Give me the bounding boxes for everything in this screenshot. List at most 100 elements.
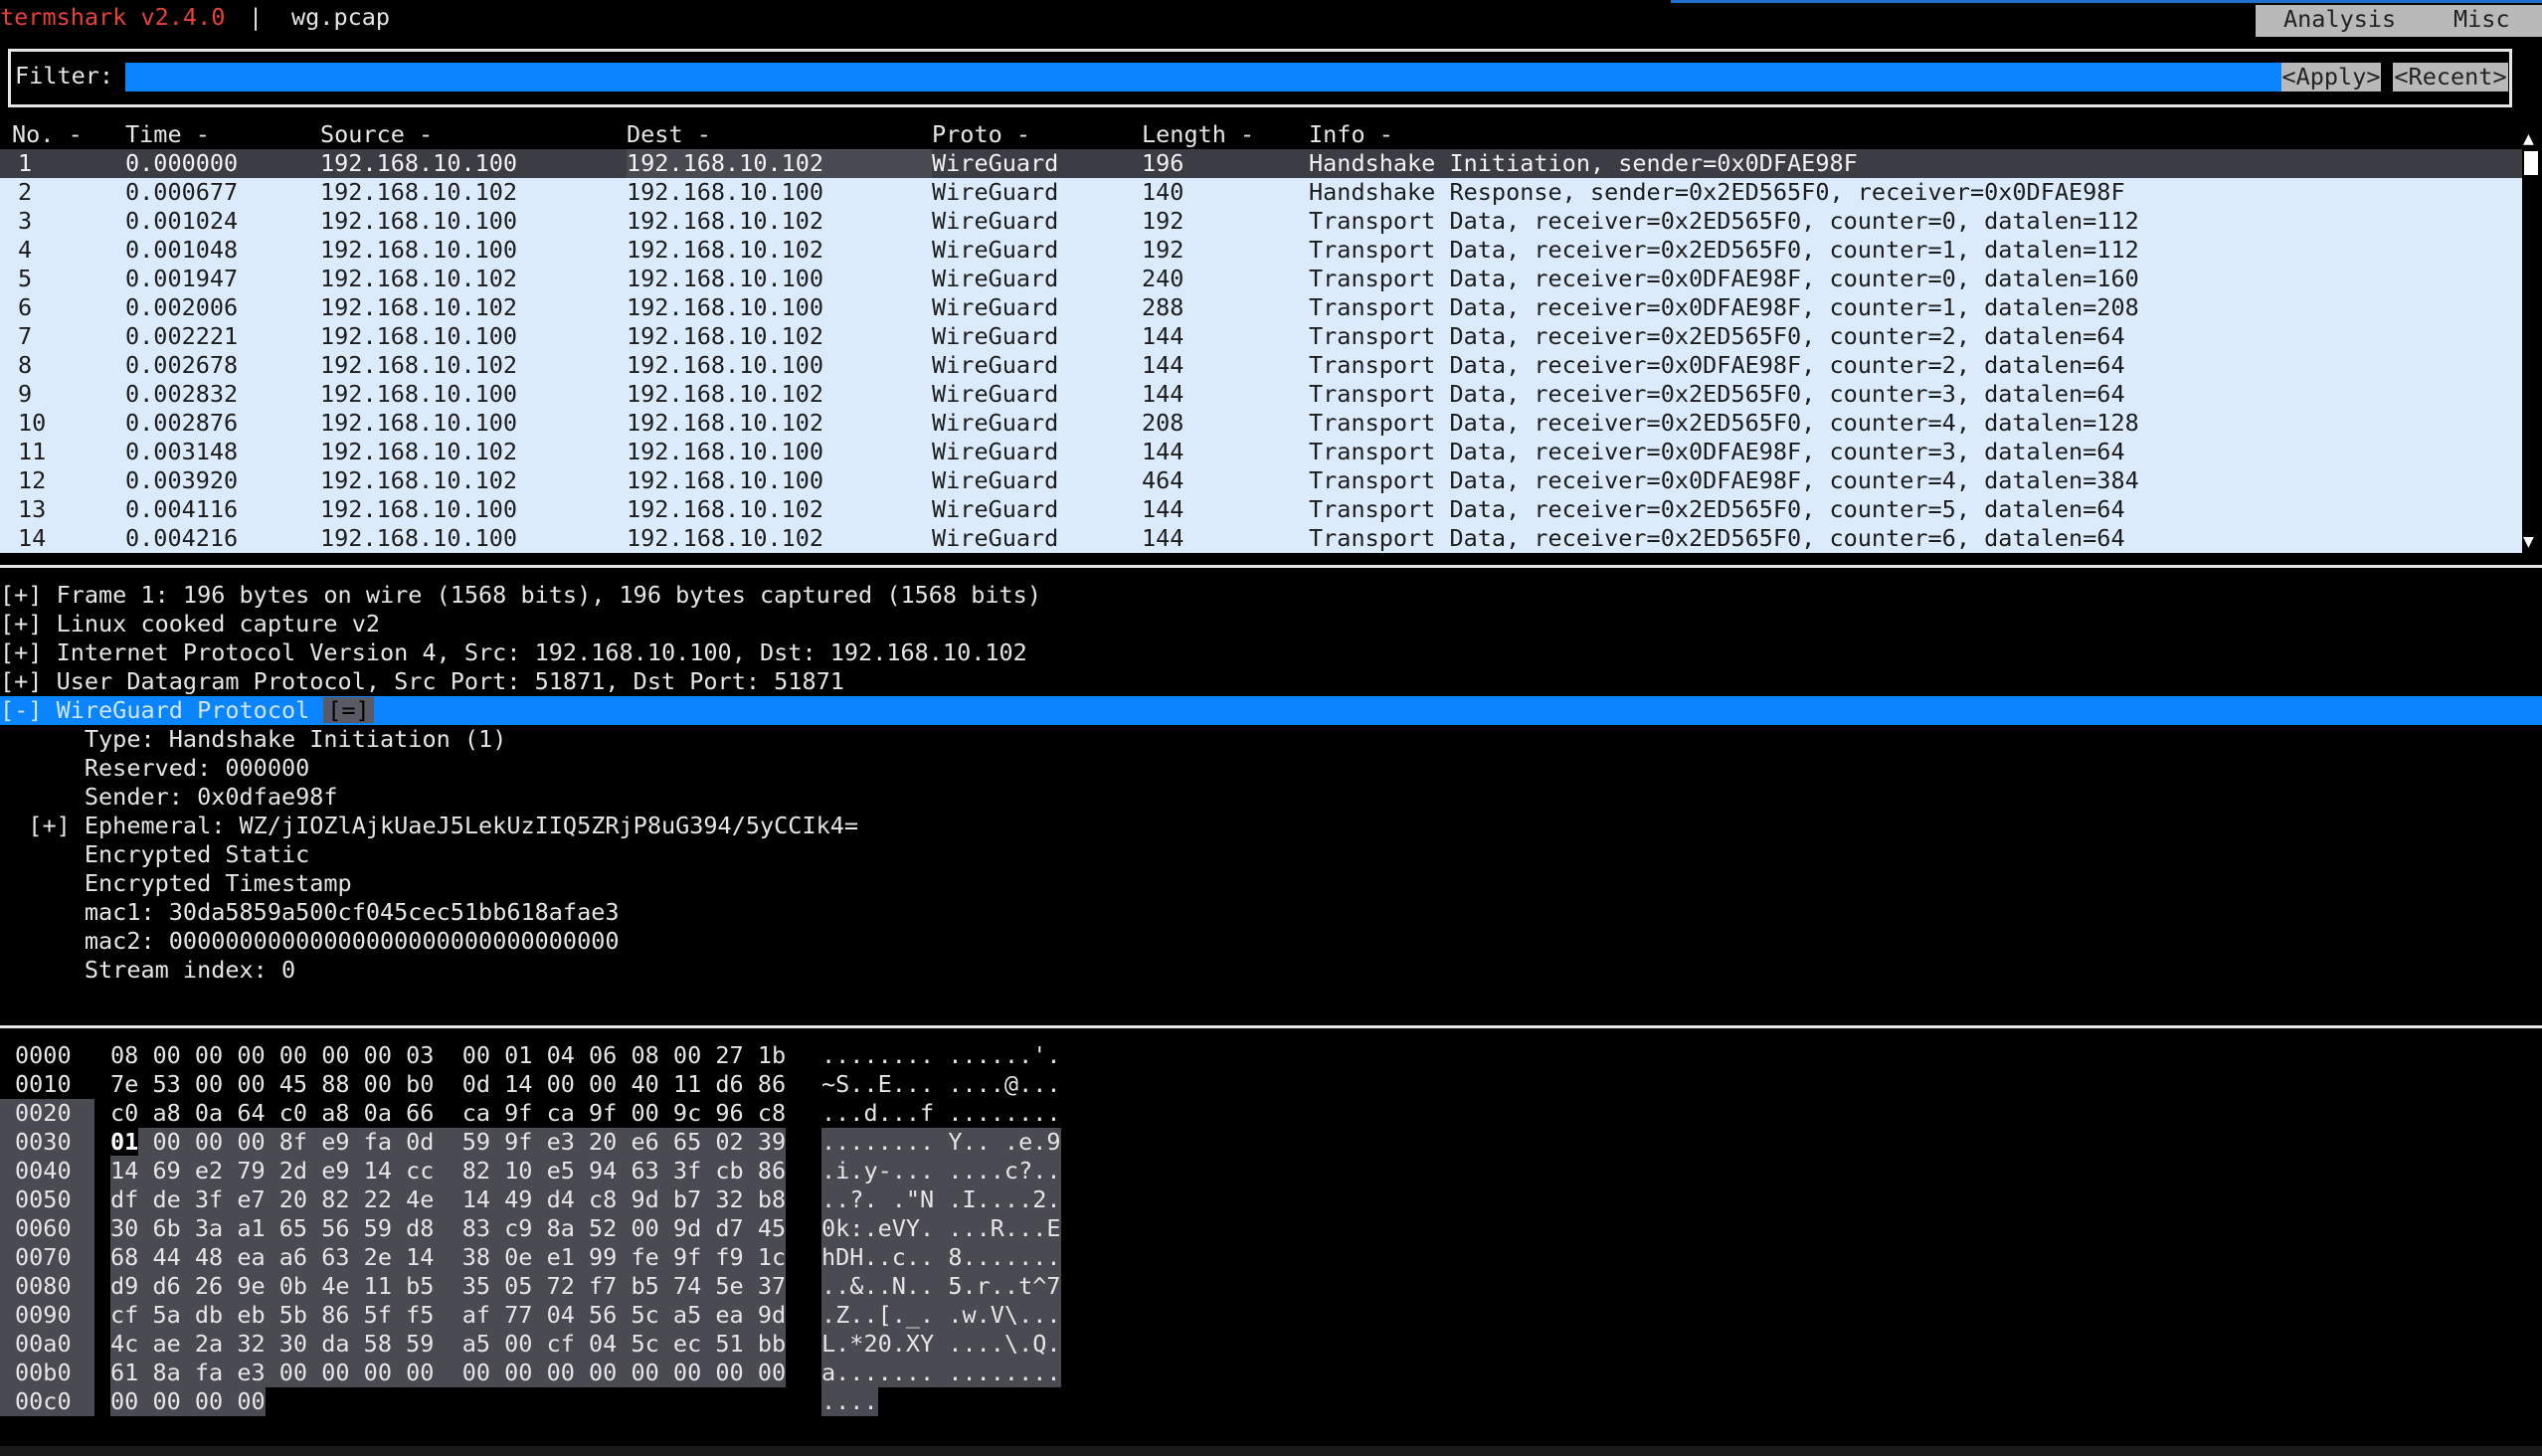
packet-row[interactable]: 12 0.003920 192.168.10.102 192.168.10.100 Wi… [0, 466, 2522, 495]
packet-no: 12 [18, 466, 47, 494]
detail-indent [0, 754, 85, 782]
hex-bytes[interactable]: df de 3f e7 20 82 22 4e 14 49 d4 c8 9d b… [110, 1185, 787, 1214]
packet-time: 0.001048 [125, 236, 239, 264]
packet-length: 192 [1142, 236, 1184, 264]
filter-input[interactable] [125, 63, 2281, 91]
detail-line[interactable]: [+] Ephemeral: WZ/jIOZlAjkUaeJ5LekUzIIQ5… [0, 812, 2542, 840]
hex-ascii[interactable]: .i.y-... ....c?.. [821, 1157, 1061, 1185]
detail-line[interactable]: [+] Internet Protocol Version 4, Src: 19… [0, 638, 2542, 667]
hex-bytes[interactable]: c0 a8 0a 64 c0 a8 0a 66 ca 9f ca 9f 00 9… [110, 1099, 786, 1128]
packet-row[interactable]: 5 0.001947 192.168.10.102 192.168.10.100 Wir… [0, 265, 2522, 293]
packet-info: Transport Data, receiver=0x2ED565F0, cou… [1309, 322, 2125, 350]
packet-row[interactable]: 6 0.002006 192.168.10.102 192.168.10.100 Wir… [0, 293, 2522, 322]
detail-text: Encrypted Timestamp [84, 869, 352, 897]
packet-dest: 192.168.10.102 [627, 495, 824, 523]
menu-misc[interactable]: Misc [2453, 5, 2510, 34]
hex-row: 00a0 4c ae 2a 32 30 da 58 59 a5 00 cf 04 … [0, 1330, 1094, 1359]
packet-dest: 192.168.10.100 [627, 265, 824, 292]
packet-info: Transport Data, receiver=0x0DFAE98F, cou… [1309, 466, 2139, 494]
header-col-source[interactable]: Source - [320, 120, 433, 149]
hex-offset: 0050 [0, 1185, 94, 1214]
packet-row[interactable]: 10 0.002876 192.168.10.100 192.168.10.102 Wi… [0, 409, 2522, 438]
packet-dest: 192.168.10.100 [627, 466, 824, 494]
header-col-dest[interactable]: Dest - [627, 120, 711, 149]
hex-bytes[interactable]: 00 00 00 00 [110, 1387, 266, 1416]
packet-source: 192.168.10.100 [320, 207, 518, 235]
hex-bytes[interactable]: d9 d6 26 9e 0b 4e 11 b5 35 05 72 f7 b5 7… [110, 1272, 787, 1301]
detail-line[interactable]: Encrypted Timestamp [0, 869, 2542, 898]
hex-bytes[interactable]: 68 44 48 ea a6 63 2e 14 38 0e e1 99 fe 9… [110, 1243, 787, 1272]
detail-line[interactable]: mac2: 00000000000000000000000000000000 [0, 927, 2542, 956]
hex-ascii[interactable]: .... [821, 1387, 878, 1416]
packet-proto: WireGuard [932, 149, 1059, 177]
recent-button[interactable]: <Recent> [2393, 63, 2508, 91]
packet-proto: WireGuard [932, 524, 1059, 552]
hex-bytes[interactable]: 14 69 e2 79 2d e9 14 cc 82 10 e5 94 63 3… [110, 1157, 787, 1185]
packet-row[interactable]: 3 0.001024 192.168.10.100 192.168.10.102 Wir… [0, 207, 2522, 236]
hex-bytes[interactable]: 61 8a fa e3 00 00 00 00 00 00 00 00 00 0… [110, 1359, 787, 1387]
packet-row[interactable]: 14 0.004216 192.168.10.100 192.168.10.102 Wi… [0, 524, 2522, 553]
hex-ascii[interactable]: ..&..N.. 5.r..t^7 [821, 1272, 1061, 1301]
packet-info: Transport Data, receiver=0x2ED565F0, cou… [1309, 380, 2125, 408]
header-col-proto[interactable]: Proto - [932, 120, 1030, 149]
header-col-no[interactable]: No. - [12, 120, 83, 149]
packet-length: 288 [1142, 293, 1184, 321]
hex-ascii[interactable]: a....... ........ [821, 1359, 1061, 1387]
hex-offset: 0030 [0, 1128, 94, 1157]
packet-no: 7 [18, 322, 33, 350]
hex-ascii[interactable]: .Z..[._. .w.V\... [821, 1301, 1061, 1330]
detail-line[interactable]: Reserved: 000000 [0, 754, 2542, 783]
packet-time: 0.001947 [125, 265, 239, 292]
detail-indent [0, 725, 85, 753]
packet-row[interactable]: 8 0.002678 192.168.10.102 192.168.10.100 Wir… [0, 351, 2522, 380]
packet-row[interactable]: 1 0.000000 192.168.10.100 192.168.10.102 Wir… [0, 149, 2522, 178]
packet-row[interactable]: 7 0.002221 192.168.10.100 192.168.10.102 Wir… [0, 322, 2522, 351]
packet-row[interactable]: 9 0.002832 192.168.10.100 192.168.10.102 Wir… [0, 380, 2522, 409]
hex-ascii[interactable]: ...d...f ........ [821, 1099, 1061, 1128]
detail-indent [0, 956, 85, 984]
hex-offset: 0020 [0, 1099, 94, 1128]
hex-bytes[interactable]: 01 00 00 00 8f e9 fa 0d 59 9f e3 20 e6 6… [110, 1128, 787, 1157]
packet-row[interactable]: 11 0.003148 192.168.10.102 192.168.10.100 Wi… [0, 438, 2522, 466]
scroll-up-icon[interactable]: ▲ [2523, 124, 2534, 153]
pane-divider[interactable] [0, 565, 2542, 568]
hex-ascii[interactable]: hDH..c.. 8....... [821, 1243, 1061, 1272]
packet-row[interactable]: 13 0.004116 192.168.10.100 192.168.10.102 Wi… [0, 495, 2522, 524]
packet-list-scrollbar[interactable] [2522, 120, 2542, 553]
detail-line[interactable]: Type: Handshake Initiation (1) [0, 725, 2542, 754]
header-col-length[interactable]: Length - [1142, 120, 1254, 149]
menu-analysis[interactable]: Analysis [2283, 5, 2396, 34]
detail-line[interactable]: [+] User Datagram Protocol, Src Port: 51… [0, 667, 2542, 696]
hex-bytes[interactable]: 7e 53 00 00 45 88 00 b0 0d 14 00 00 40 1… [110, 1070, 786, 1099]
hex-bytes[interactable]: 4c ae 2a 32 30 da 58 59 a5 00 cf 04 5c e… [110, 1330, 787, 1359]
scroll-down-icon[interactable]: ▼ [2523, 527, 2534, 556]
detail-line[interactable]: Encrypted Static [0, 840, 2542, 869]
detail-line[interactable]: Sender: 0x0dfae98f [0, 783, 2542, 812]
hex-ascii[interactable]: 0k:.eVY. ...R...E [821, 1214, 1061, 1243]
collapse-toggle[interactable]: [=] [323, 697, 374, 723]
hex-cursor-byte[interactable]: 01 [110, 1128, 139, 1156]
packet-row[interactable]: 2 0.000677 192.168.10.102 192.168.10.100 Wir… [0, 178, 2522, 207]
detail-line[interactable]: [+] Linux cooked capture v2 [0, 610, 2542, 638]
detail-line[interactable]: [+] Frame 1: 196 bytes on wire (1568 bit… [0, 581, 2542, 610]
apply-button[interactable]: <Apply> [2281, 63, 2381, 91]
hex-bytes[interactable]: 30 6b 3a a1 65 56 59 d8 83 c9 8a 52 00 9… [110, 1214, 787, 1243]
pane-divider[interactable] [0, 1025, 2542, 1028]
detail-line[interactable]: mac1: 30da5859a500cf045cec51bb618afae3 [0, 898, 2542, 927]
detail-line[interactable]: [-] WireGuard Protocol [=] [0, 696, 2542, 725]
packet-row[interactable]: 4 0.001048 192.168.10.100 192.168.10.102 Wir… [0, 236, 2522, 265]
hex-ascii[interactable]: ~S..E... ....@... [821, 1070, 1061, 1099]
header-col-info[interactable]: Info - [1309, 120, 1393, 149]
packet-dest: 192.168.10.100 [627, 178, 824, 206]
detail-line[interactable]: Stream index: 0 [0, 956, 2542, 985]
hex-ascii[interactable]: ........ Y.. .e.9 [821, 1128, 1061, 1157]
scroll-thumb[interactable] [2524, 151, 2538, 175]
hex-row: 0010 7e 53 00 00 45 88 00 b0 0d 14 00 00 … [0, 1070, 1094, 1099]
hex-ascii[interactable]: L.*20.XY ....\.Q. [821, 1330, 1061, 1359]
hex-bytes[interactable]: cf 5a db eb 5b 86 5f f5 af 77 04 56 5c a… [110, 1301, 787, 1330]
header-col-time[interactable]: Time - [125, 120, 210, 149]
hex-ascii[interactable]: ........ ......'. [821, 1041, 1061, 1070]
hex-ascii[interactable]: ..?. ."N .I....2. [821, 1185, 1061, 1214]
packet-source: 192.168.10.102 [320, 178, 518, 206]
hex-bytes[interactable]: 08 00 00 00 00 00 00 03 00 01 04 06 08 0… [110, 1041, 786, 1070]
